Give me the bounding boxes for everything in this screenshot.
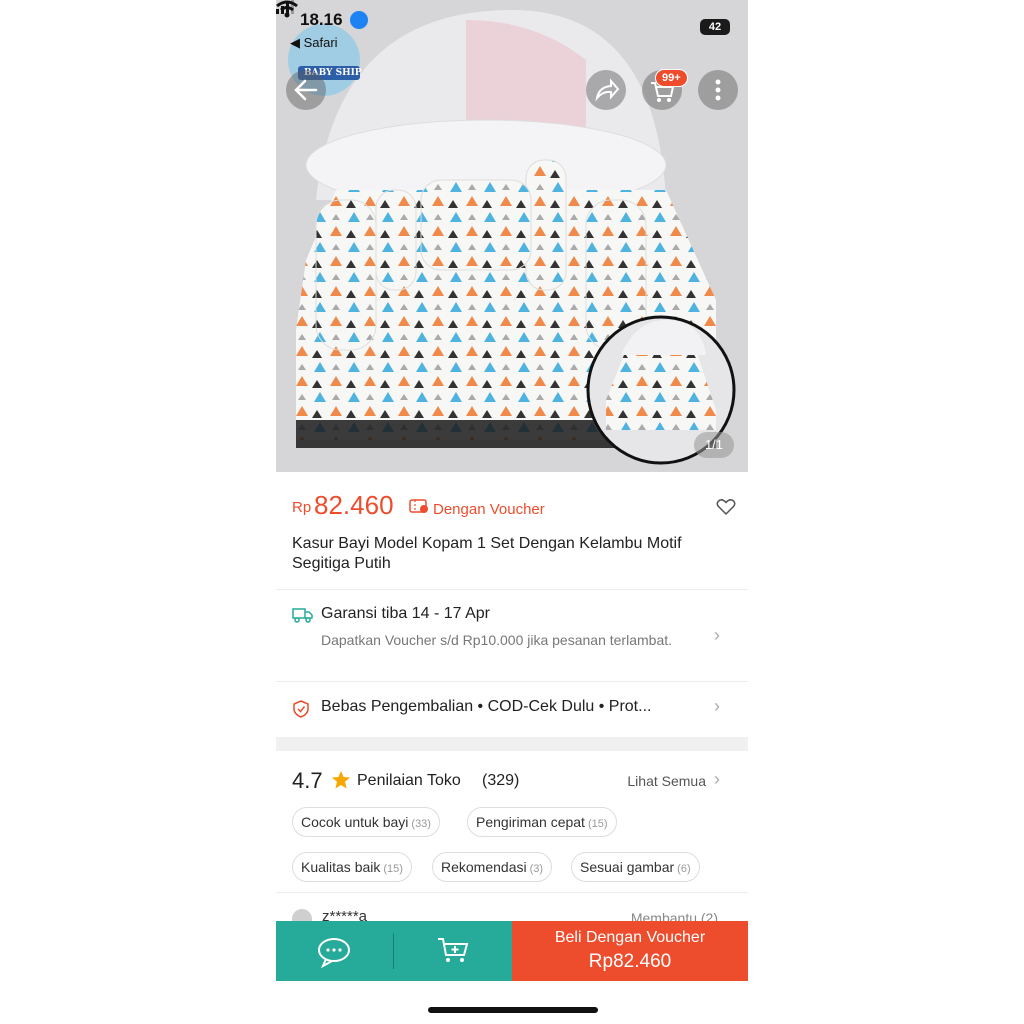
rating-score: 4.7 — [292, 768, 323, 793]
buy-price: Rp82.460 — [588, 951, 672, 972]
price-currency: Rp — [292, 499, 312, 516]
add-cart-icon — [438, 938, 469, 962]
divider — [276, 892, 748, 893]
battery-indicator: 42 — [700, 19, 730, 35]
chip-count: (15) — [587, 818, 608, 830]
star-icon — [332, 771, 350, 789]
shop-rating-header: 4.7 Penilaian Toko (329) Lihat Semua › — [292, 767, 736, 797]
share-icon — [595, 78, 620, 102]
cart-count-badge: 99+ — [655, 69, 688, 87]
section-gap — [276, 737, 748, 751]
chip-label: Cocok untuk bayi — [301, 814, 409, 830]
chip-count: (3) — [529, 863, 544, 875]
voucher-icon — [409, 499, 428, 513]
chip-label: Kualitas baik — [301, 859, 381, 875]
chat-icon — [318, 938, 350, 969]
more-vertical-icon — [715, 79, 721, 101]
policy-text: Bebas Pengembalian • COD-Cek Dulu • Prot… — [321, 698, 652, 715]
image-counter: 1/1 — [694, 432, 734, 458]
voucher-label: Dengan Voucher — [433, 501, 545, 518]
chevron-right-icon[interactable]: › — [714, 769, 720, 790]
shipping-subtitle: Dapatkan Voucher s/d Rp10.000 jika pesan… — [321, 632, 673, 648]
divider — [393, 933, 394, 969]
more-options-button[interactable] — [698, 70, 738, 110]
share-button[interactable] — [586, 70, 626, 110]
status-bar: 18.16 ◀ Safari 42 — [276, 0, 748, 60]
chevron-right-icon: › — [714, 625, 720, 645]
truck-icon — [292, 608, 313, 623]
heart-icon[interactable] — [716, 498, 736, 516]
shield-icon — [293, 700, 309, 718]
home-indicator[interactable] — [428, 1007, 598, 1013]
chat-button[interactable] — [276, 921, 394, 981]
rating-tag-chip[interactable]: Kualitas baik (15) — [292, 852, 412, 882]
product-image[interactable]: 18.16 ◀ Safari 42 BABY SHIP 99+ 1/1 — [276, 0, 748, 472]
chevron-right-icon: › — [714, 696, 720, 716]
buy-with-voucher-button[interactable]: Beli Dengan Voucher Rp82.460 — [512, 921, 748, 981]
price-amount: 82.460 — [314, 490, 394, 520]
shipping-title: Garansi tiba 14 - 17 Apr — [321, 605, 490, 622]
rating-tag-chip[interactable]: Rekomendasi (3) — [432, 852, 553, 882]
chip-count: (15) — [383, 863, 403, 875]
rating-tag-chip[interactable]: Cocok untuk bayi (33) — [292, 807, 440, 837]
chip-label: Sesuai gambar — [580, 859, 675, 875]
divider — [276, 681, 748, 682]
chip-count: (33) — [411, 818, 431, 830]
product-title: Kasur Bayi Model Kopam 1 Set Dengan Kela… — [292, 535, 682, 572]
rating-tag-chip[interactable]: Pengiriman cepat (15) — [467, 807, 617, 837]
policy-row[interactable]: Bebas Pengembalian • COD-Cek Dulu • Prot… — [292, 696, 736, 721]
buy-label: Beli Dengan Voucher — [554, 929, 706, 946]
rating-tag-chip[interactable]: Sesuai gambar (6) — [571, 852, 700, 882]
shipping-guarantee-row[interactable]: Garansi tiba 14 - 17 Apr Dapatkan Vouche… — [292, 605, 736, 671]
rating-label: Penilaian Toko — [357, 772, 461, 789]
wifi-icon — [276, 0, 298, 18]
back-button[interactable] — [286, 70, 326, 110]
see-all-link[interactable]: Lihat Semua — [627, 773, 706, 789]
rating-count: (329) — [482, 772, 520, 789]
bottom-action-bar: Beli Dengan Voucher Rp82.460 — [276, 921, 748, 981]
product-page: 18.16 ◀ Safari 42 BABY SHIP 99+ 1/1 Rp 8… — [276, 0, 748, 1024]
price-row: Rp 82.460 Dengan Voucher — [292, 488, 736, 524]
add-to-cart-button[interactable] — [394, 921, 512, 981]
back-to-app-link[interactable]: ◀ Safari — [290, 35, 338, 51]
chip-label: Pengiriman cepat — [476, 814, 585, 830]
chip-count: (6) — [677, 863, 691, 875]
divider — [276, 589, 748, 590]
arrow-left-icon — [294, 79, 318, 101]
location-icon — [350, 11, 368, 29]
chip-label: Rekomendasi — [441, 859, 527, 875]
status-time: 18.16 — [300, 10, 343, 29]
